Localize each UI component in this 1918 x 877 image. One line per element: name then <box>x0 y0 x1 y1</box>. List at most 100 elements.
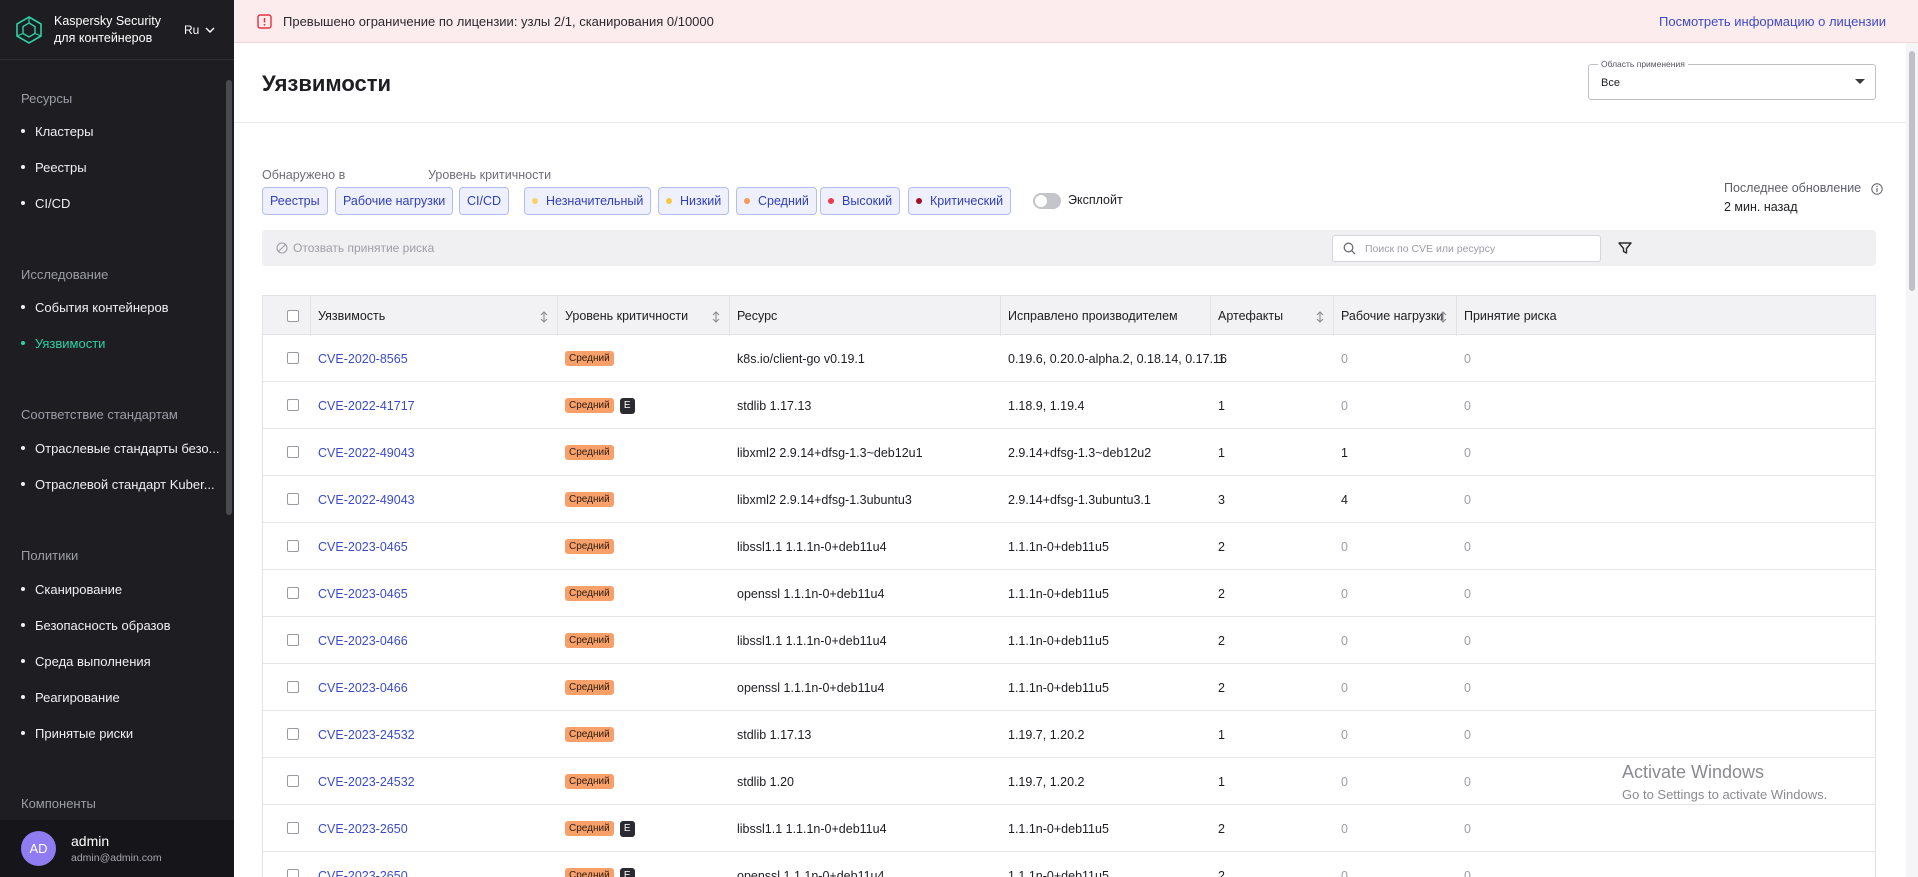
language-selector[interactable]: Ru <box>184 23 215 37</box>
table-row[interactable]: CVE-2022-49043 Средний libxml2 2.9.14+dfsg… <box>263 476 1875 523</box>
table-row[interactable]: CVE-2022-41717 Средний Estdlib 1.17.13 1.18… <box>263 382 1875 429</box>
column-header-artifacts[interactable]: Артефакты <box>1210 296 1283 336</box>
fixed-version-cell: 1.1.1n-0+deb11u5 <box>1008 633 1109 648</box>
sidebar-item[interactable]: Реагирование <box>0 683 226 711</box>
table-row[interactable]: CVE-2023-0465 Средний openssl 1.1.1n-0+deb… <box>263 570 1875 617</box>
cve-link[interactable]: CVE-2023-0465 <box>318 570 408 617</box>
sidebar-item[interactable]: События контейнеров <box>0 293 226 321</box>
search-box[interactable] <box>1332 235 1601 262</box>
sidebar-item[interactable]: CI/CD <box>0 189 226 217</box>
scope-select[interactable]: Область применения Все <box>1588 59 1876 100</box>
sidebar-item[interactable]: Отраслевые стандарты безо... <box>0 434 226 462</box>
cve-link[interactable]: CVE-2022-49043 <box>318 476 415 523</box>
cve-link[interactable]: CVE-2022-49043 <box>318 429 415 476</box>
sort-icon[interactable] <box>1316 311 1324 323</box>
sidebar-item[interactable]: Принятые риски <box>0 719 226 747</box>
sort-icon[interactable] <box>1439 311 1447 323</box>
page-scrollbar[interactable] <box>1906 43 1918 877</box>
risk-acceptance-cell: 0 <box>1464 492 1471 507</box>
kaspersky-logo-icon[interactable] <box>14 15 44 45</box>
sidebar-scrollbar[interactable] <box>226 80 232 515</box>
table-row[interactable]: CVE-2023-0466 Средний libssl1.1 1.1.1n-0+d… <box>263 617 1875 664</box>
column-header-fixed[interactable]: Исправлено производителем <box>1000 296 1178 336</box>
severity-cell: Средний E <box>565 805 635 852</box>
license-info-link[interactable]: Посмотреть информацию о лицензии <box>1659 14 1886 29</box>
cve-link[interactable]: CVE-2023-2650 <box>318 805 408 852</box>
row-checkbox[interactable] <box>287 775 299 787</box>
cve-link[interactable]: CVE-2022-41717 <box>318 382 415 429</box>
workloads-cell: 1 <box>1341 445 1348 460</box>
row-checkbox[interactable] <box>287 634 299 646</box>
chip-severity-critical[interactable]: Критический <box>908 187 1012 215</box>
row-checkbox[interactable] <box>287 399 299 411</box>
row-checkbox[interactable] <box>287 822 299 834</box>
severity-cell: Средний <box>565 664 614 711</box>
page-scrollbar-thumb[interactable] <box>1909 51 1915 291</box>
table-row[interactable]: CVE-2023-0465 Средний libssl1.1 1.1.1n-0+d… <box>263 523 1875 570</box>
table-row[interactable]: CVE-2022-49043 Средний libxml2 2.9.14+dfsg… <box>263 429 1875 476</box>
sidebar-item[interactable]: Кластеры <box>0 117 226 145</box>
chip-severity-high[interactable]: Высокий <box>820 187 901 215</box>
cve-link[interactable]: CVE-2023-0466 <box>318 664 408 711</box>
cve-link[interactable]: CVE-2023-2650 <box>318 852 408 877</box>
exploit-toggle[interactable] <box>1033 193 1061 209</box>
severity-badge: Средний <box>565 445 614 460</box>
revoke-risk-button[interactable]: Отозвать принятие риска <box>276 241 434 255</box>
sort-icon[interactable] <box>712 311 720 323</box>
select-all-checkbox[interactable] <box>287 310 299 322</box>
sidebar-nav: Ресурсы Кластеры Реестры CI/CD Исследование С… <box>0 60 226 820</box>
row-checkbox[interactable] <box>287 540 299 552</box>
chip-workloads[interactable]: Рабочие нагрузки <box>335 187 454 215</box>
table-header: Уязвимость Уровень критичности Ресурс Ис… <box>263 295 1875 336</box>
alert-icon <box>257 13 272 29</box>
column-header-severity[interactable]: Уровень критичности <box>557 296 688 336</box>
column-header-risk-acceptance[interactable]: Принятие риска <box>1456 296 1557 336</box>
row-checkbox[interactable] <box>287 446 299 458</box>
column-header-vulnerability[interactable]: Уязвимость <box>310 296 385 336</box>
info-icon[interactable] <box>1871 183 1883 195</box>
cve-link[interactable]: CVE-2020-8565 <box>318 335 408 382</box>
fixed-version-cell: 1.1.1n-0+deb11u5 <box>1008 868 1109 877</box>
bullet-icon <box>21 695 25 699</box>
bullet-icon <box>21 482 25 486</box>
table-row[interactable]: CVE-2023-0466 Средний openssl 1.1.1n-0+deb… <box>263 664 1875 711</box>
sidebar-item[interactable]: Среда выполнения <box>0 647 226 675</box>
sidebar-item-label: Уязвимости <box>35 335 106 351</box>
chip-severity-medium[interactable]: Средний <box>736 187 817 215</box>
table-row[interactable]: CVE-2023-2650 Средний Elibssl1.1 1.1.1n-0+… <box>263 805 1875 852</box>
row-checkbox[interactable] <box>287 869 299 877</box>
sidebar-item[interactable]: Отраслевой стандарт Kuber... <box>0 470 226 498</box>
search-input[interactable] <box>1365 242 1585 255</box>
fixed-version-cell: 1.1.1n-0+deb11u5 <box>1008 680 1109 695</box>
workloads-cell: 0 <box>1341 398 1348 413</box>
chip-severity-low[interactable]: Низкий <box>658 187 730 215</box>
sidebar-item[interactable]: Безопасность образов <box>0 611 226 639</box>
filter-icon[interactable] <box>1616 239 1634 257</box>
table-row[interactable]: CVE-2020-8565 Средний k8s.io/client-go v0.… <box>263 335 1875 382</box>
chip-registries[interactable]: Реестры <box>262 187 328 215</box>
row-checkbox[interactable] <box>287 352 299 364</box>
cve-link[interactable]: CVE-2023-24532 <box>318 711 415 758</box>
column-header-workloads[interactable]: Рабочие нагрузки <box>1333 296 1443 336</box>
sidebar-item[interactable]: Сканирование <box>0 575 226 603</box>
table-row[interactable]: CVE-2023-24532 Средний stdlib 1.17.13 1.19.… <box>263 711 1875 758</box>
user-panel[interactable]: AD admin admin@admin.com <box>0 820 234 877</box>
table-row[interactable]: CVE-2023-2650 Средний Eopenssl 1.1.1n-0+de… <box>263 852 1875 877</box>
cve-link[interactable]: CVE-2023-24532 <box>318 758 415 805</box>
column-header-resource[interactable]: Ресурс <box>729 296 777 336</box>
severity-cell: Средний <box>565 523 614 570</box>
sort-icon[interactable] <box>540 311 548 323</box>
row-checkbox[interactable] <box>287 728 299 740</box>
sidebar-item[interactable]: Реестры <box>0 153 226 181</box>
banner-text: Превышено ограничение по лицензии: узлы … <box>283 13 714 29</box>
chip-severity-negligible[interactable]: Незначительный <box>524 187 652 215</box>
cve-link[interactable]: CVE-2023-0465 <box>318 523 408 570</box>
row-checkbox[interactable] <box>287 493 299 505</box>
sidebar-item-label: CI/CD <box>35 195 71 211</box>
chip-cicd[interactable]: CI/CD <box>459 187 510 215</box>
sidebar-item[interactable]: Уязвимости <box>0 329 226 357</box>
severity-dot <box>666 198 672 204</box>
row-checkbox[interactable] <box>287 681 299 693</box>
cve-link[interactable]: CVE-2023-0466 <box>318 617 408 664</box>
row-checkbox[interactable] <box>287 587 299 599</box>
